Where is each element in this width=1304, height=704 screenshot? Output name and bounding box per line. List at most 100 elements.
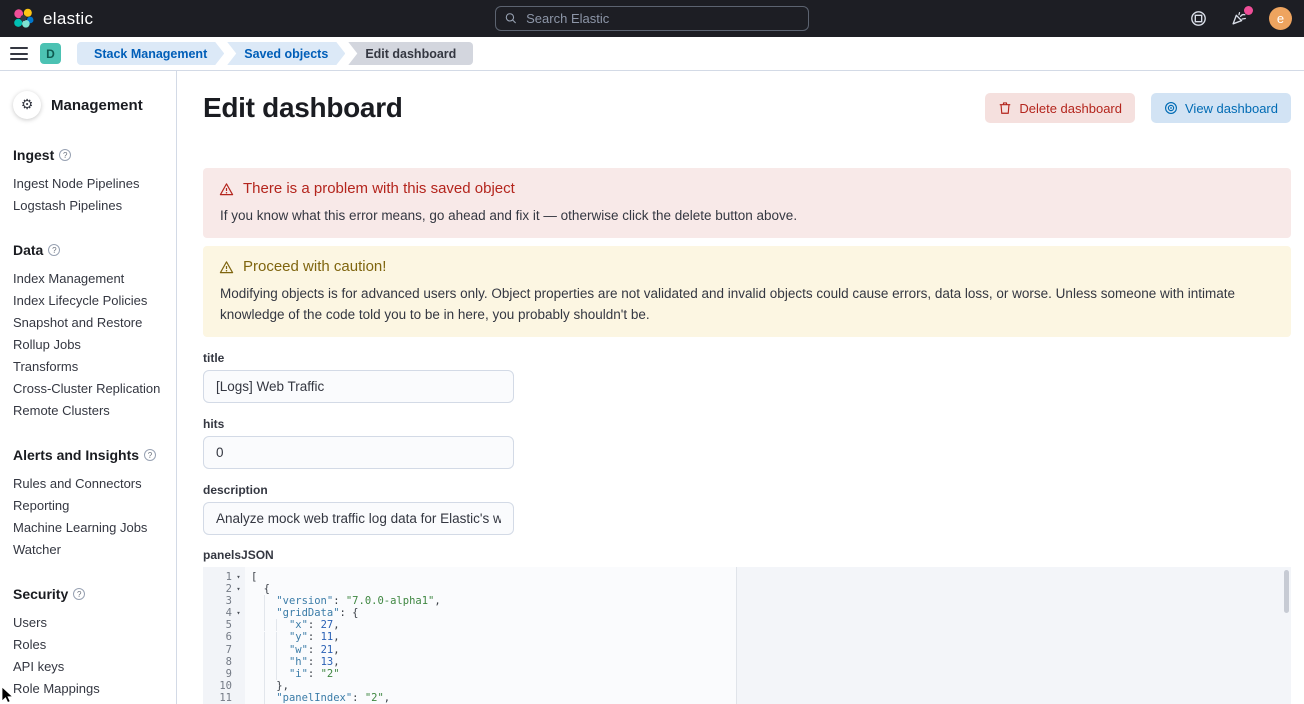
warning-callout-title: Proceed with caution! xyxy=(243,258,386,276)
sidebar-section-data: Data? Index ManagementIndex Lifecycle Pol… xyxy=(13,242,168,422)
fold-toggle-icon[interactable]: ▾ xyxy=(232,583,245,595)
sidebar-item-rules-and-connectors[interactable]: Rules and Connectors xyxy=(13,473,168,495)
top-navigation-bar: elastic e xyxy=(0,0,1304,37)
sidebar-section-security: Security? UsersRolesAPI keysRole Mappings xyxy=(13,586,168,700)
gutter-line: 6▾ xyxy=(203,631,245,643)
print-margin xyxy=(736,567,1291,704)
user-avatar[interactable]: e xyxy=(1269,7,1292,30)
sidebar-section-alerts-and-insights: Alerts and Insights? Rules and Connectors… xyxy=(13,447,168,561)
breadcrumb-edit-dashboard: Edit dashboard xyxy=(348,42,473,65)
sidebar-item-users[interactable]: Users xyxy=(13,612,168,634)
section-info-icon[interactable]: ? xyxy=(144,449,156,461)
editor-code-area[interactable]: [ { "version": "7.0.0-alpha1", "gridData… xyxy=(245,567,1291,704)
field-label-hits: hits xyxy=(203,417,1291,431)
delete-dashboard-label: Delete dashboard xyxy=(1019,101,1122,116)
sidebar-item-reporting[interactable]: Reporting xyxy=(13,495,168,517)
section-title: Security xyxy=(13,586,68,602)
trash-icon xyxy=(998,101,1012,115)
sidebar-title: Management xyxy=(51,97,143,114)
sidebar-item-transforms[interactable]: Transforms xyxy=(13,356,168,378)
sidebar-section-ingest: Ingest? Ingest Node PipelinesLogstash Pip… xyxy=(13,147,168,217)
section-title: Data xyxy=(13,242,43,258)
warning-icon xyxy=(219,260,234,275)
error-callout-title: There is a problem with this saved objec… xyxy=(243,180,515,198)
sidebar-item-role-mappings[interactable]: Role Mappings xyxy=(13,678,168,700)
search-input[interactable] xyxy=(524,10,799,27)
warning-callout-body: Modifying objects is for advanced users … xyxy=(219,283,1275,325)
line-number: 9 xyxy=(203,668,232,680)
line-number: 3 xyxy=(203,595,232,607)
search-icon xyxy=(505,12,517,25)
sidebar-item-cross-cluster-replication[interactable]: Cross-Cluster Replication xyxy=(13,378,168,400)
sidebar-item-index-lifecycle-policies[interactable]: Index Lifecycle Policies xyxy=(13,290,168,312)
gutter-line: 8▾ xyxy=(203,656,245,668)
breadcrumb-saved-objects[interactable]: Saved objects xyxy=(227,42,345,65)
field-label-title: title xyxy=(203,351,1291,365)
sidebar-item-machine-learning-jobs[interactable]: Machine Learning Jobs xyxy=(13,517,168,539)
line-number: 6 xyxy=(203,631,232,643)
gear-icon: ⚙ xyxy=(13,91,41,119)
sidebar-header: ⚙ Management xyxy=(13,91,168,119)
sidebar-item-remote-clusters[interactable]: Remote Clusters xyxy=(13,400,168,422)
editor-scrollbar[interactable] xyxy=(1284,570,1289,613)
line-number: 7 xyxy=(203,644,232,656)
line-number: 1 xyxy=(203,571,232,583)
view-dashboard-button[interactable]: View dashboard xyxy=(1151,93,1291,123)
gutter-line: 9▾ xyxy=(203,668,245,680)
json-code-editor[interactable]: 1▾2▾3▾4▾5▾6▾7▾8▾9▾10▾11▾12▾13▾14▾ [ { "v… xyxy=(203,567,1291,704)
space-selector[interactable]: D xyxy=(40,43,61,64)
elastic-logo-icon xyxy=(12,7,35,30)
sidebar-item-index-management[interactable]: Index Management xyxy=(13,268,168,290)
breadcrumb-bar: D Stack ManagementSaved objectsEdit dash… xyxy=(0,37,1304,71)
sidebar-item-api-keys[interactable]: API keys xyxy=(13,656,168,678)
editor-gutter: 1▾2▾3▾4▾5▾6▾7▾8▾9▾10▾11▾12▾13▾14▾ xyxy=(203,567,245,704)
gutter-line: 4▾ xyxy=(203,607,245,619)
fold-toggle-icon[interactable]: ▾ xyxy=(232,571,245,583)
management-sidebar: ⚙ Management Ingest? Ingest Node Pipeline… xyxy=(0,71,177,704)
sidebar-item-watcher[interactable]: Watcher xyxy=(13,539,168,561)
line-number: 8 xyxy=(203,656,232,668)
line-number: 2 xyxy=(203,583,232,595)
section-title: Ingest xyxy=(13,147,54,163)
line-number: 11 xyxy=(203,692,232,704)
sidebar-item-logstash-pipelines[interactable]: Logstash Pipelines xyxy=(13,195,168,217)
global-search[interactable] xyxy=(495,6,809,31)
error-callout-body: If you know what this error means, go ah… xyxy=(219,205,1275,226)
fold-toggle-icon[interactable]: ▾ xyxy=(232,607,245,619)
sidebar-item-roles[interactable]: Roles xyxy=(13,634,168,656)
gutter-line: 3▾ xyxy=(203,595,245,607)
section-title: Alerts and Insights xyxy=(13,447,139,463)
warning-icon xyxy=(219,182,234,197)
section-info-icon[interactable]: ? xyxy=(73,588,85,600)
eye-icon xyxy=(1164,101,1178,115)
gutter-line: 7▾ xyxy=(203,644,245,656)
line-number: 5 xyxy=(203,619,232,631)
mouse-cursor xyxy=(1,686,14,704)
sidebar-item-rollup-jobs[interactable]: Rollup Jobs xyxy=(13,334,168,356)
sidebar-item-ingest-node-pipelines[interactable]: Ingest Node Pipelines xyxy=(13,173,168,195)
panels-json-label: panelsJSON xyxy=(203,548,1291,562)
gutter-line: 11▾ xyxy=(203,692,245,704)
elastic-brand[interactable]: elastic xyxy=(12,7,93,30)
delete-dashboard-button[interactable]: Delete dashboard xyxy=(985,93,1135,123)
error-callout: There is a problem with this saved objec… xyxy=(203,168,1291,238)
section-info-icon[interactable]: ? xyxy=(59,149,71,161)
sidebar-item-snapshot-and-restore[interactable]: Snapshot and Restore xyxy=(13,312,168,334)
breadcrumb-stack-management[interactable]: Stack Management xyxy=(77,42,224,65)
page-title: Edit dashboard xyxy=(203,92,403,124)
newsfeed-button[interactable] xyxy=(1228,8,1250,30)
description-input[interactable] xyxy=(203,502,514,535)
avatar-initial: e xyxy=(1277,11,1284,26)
line-number: 10 xyxy=(203,680,232,692)
notification-dot xyxy=(1244,6,1253,15)
hits-input[interactable] xyxy=(203,436,514,469)
section-info-icon[interactable]: ? xyxy=(48,244,60,256)
title-input[interactable] xyxy=(203,370,514,403)
help-menu-button[interactable] xyxy=(1187,8,1209,30)
gutter-line: 2▾ xyxy=(203,583,245,595)
form-row-hits: hits xyxy=(203,417,1291,469)
menu-toggle-button[interactable] xyxy=(10,47,28,60)
space-initial: D xyxy=(46,47,55,61)
gutter-line: 10▾ xyxy=(203,680,245,692)
form-row-title: title xyxy=(203,351,1291,403)
